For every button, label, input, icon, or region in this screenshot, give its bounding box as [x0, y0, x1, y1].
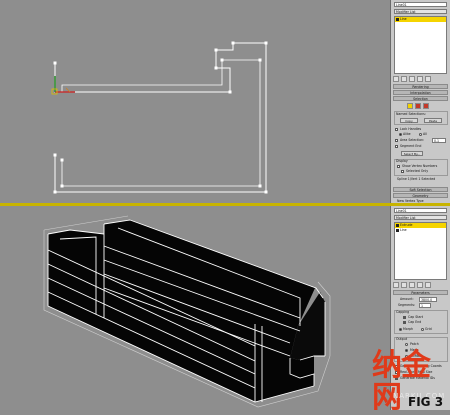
show-vertex-numbers-checkbox[interactable] [397, 165, 400, 168]
grid-label: Grid [425, 327, 432, 331]
patch-label: Patch [410, 342, 419, 346]
stack-expand-icon [396, 18, 399, 21]
stack-modifier-icon [396, 224, 399, 227]
show-end-result-icon[interactable] [401, 282, 407, 288]
segment-mode-icon[interactable] [415, 103, 421, 109]
stack-toolbar [393, 282, 448, 288]
subobject-toolbar [407, 103, 450, 109]
named-selections-group: Named Selections: Copy Paste [394, 111, 448, 125]
capping-group: Capping Cap Start Cap End Morph Grid [394, 310, 448, 334]
pin-stack-icon[interactable] [393, 282, 399, 288]
stack-item-line[interactable]: Line [395, 228, 446, 233]
spline-vertices [53, 41, 268, 194]
rollout-geometry[interactable]: Geometry [393, 193, 448, 198]
stack-toolbar [393, 76, 448, 82]
display-label: Display [396, 159, 408, 163]
spline-outline [51, 41, 268, 194]
modifier-stack[interactable]: Line [394, 16, 447, 74]
rollout-rendering[interactable]: Rendering [393, 84, 448, 89]
cap-start-checkbox[interactable] [403, 316, 406, 319]
perspective-viewport[interactable] [0, 206, 390, 410]
cap-start-label: Cap Start [408, 315, 424, 319]
output-label: Output [396, 337, 408, 341]
cap-end-label: Cap End [408, 320, 422, 324]
spline-mode-icon[interactable] [423, 103, 429, 109]
modifier-stack[interactable]: Extrude Line [394, 222, 447, 280]
display-group: Display Show Vertex Numbers Selected Onl… [394, 159, 448, 176]
area-selection-label: Area Selection: [400, 138, 425, 142]
segment-end-label: Segment End [400, 144, 422, 148]
extruded-mesh [43, 215, 331, 408]
all-radio[interactable] [419, 133, 422, 136]
selected-only-label: Selected Only [406, 169, 429, 173]
alike-radio[interactable] [399, 133, 402, 136]
select-by-button[interactable]: Select By... [401, 151, 423, 156]
segment-end-checkbox[interactable] [395, 145, 398, 148]
figure-label: FIG 3 [408, 395, 444, 409]
segments-spinner[interactable]: 1 [419, 303, 431, 308]
named-selections-label: Named Selections: [396, 112, 426, 116]
amount-spinner[interactable]: 3800.0 [419, 297, 437, 302]
make-unique-icon[interactable] [409, 76, 415, 82]
stack-expand-icon [396, 229, 399, 232]
area-selection-checkbox[interactable] [395, 139, 398, 142]
modifier-list-dropdown[interactable]: Modifier List [394, 9, 447, 14]
capping-label: Capping [396, 310, 410, 314]
rollout-parameters[interactable]: Parameters [393, 290, 448, 295]
object-name-field[interactable]: Line01 [394, 2, 447, 7]
cap-end-checkbox[interactable] [403, 321, 406, 324]
morph-label: Morph [403, 327, 414, 331]
all-label: All [423, 132, 427, 136]
make-unique-icon[interactable] [409, 282, 415, 288]
selection-status: Spline 1/Vert 1 Selected [397, 177, 436, 181]
rollout-interpolation[interactable]: Interpolation [393, 90, 448, 95]
amount-label: Amount: [400, 297, 414, 301]
lock-handles-checkbox[interactable] [395, 128, 398, 131]
command-panel-top: Line01 Modifier List Line Rendering Inte… [390, 0, 450, 203]
paste-button[interactable]: Paste [424, 118, 442, 123]
alike-label: Alike [403, 132, 411, 136]
pin-stack-icon[interactable] [393, 76, 399, 82]
object-name-field[interactable]: Line01 [394, 208, 447, 213]
modifier-list-dropdown[interactable]: Modifier List [394, 215, 447, 220]
area-selection-spinner[interactable]: 0.1 [432, 138, 446, 143]
grid-radio[interactable] [421, 328, 424, 331]
rollout-soft-selection[interactable]: Soft Selection [393, 187, 448, 192]
rollout-selection[interactable]: Selection [393, 96, 448, 101]
top-viewport[interactable] [0, 0, 390, 203]
copy-button[interactable]: Copy [400, 118, 418, 123]
patch-radio[interactable] [405, 343, 408, 346]
selected-only-checkbox[interactable] [401, 170, 404, 173]
remove-modifier-icon[interactable] [417, 282, 423, 288]
configure-sets-icon[interactable] [425, 282, 431, 288]
segments-label: Segments: [398, 303, 416, 307]
remove-modifier-icon[interactable] [417, 76, 423, 82]
show-end-result-icon[interactable] [401, 76, 407, 82]
lock-handles-label: Lock Handles [400, 127, 422, 131]
morph-radio[interactable] [399, 328, 402, 331]
configure-sets-icon[interactable] [425, 76, 431, 82]
vertex-mode-icon[interactable] [407, 103, 413, 109]
stack-item-line[interactable]: Line [395, 17, 446, 22]
show-vertex-numbers-label: Show Vertex Numbers [402, 164, 438, 168]
